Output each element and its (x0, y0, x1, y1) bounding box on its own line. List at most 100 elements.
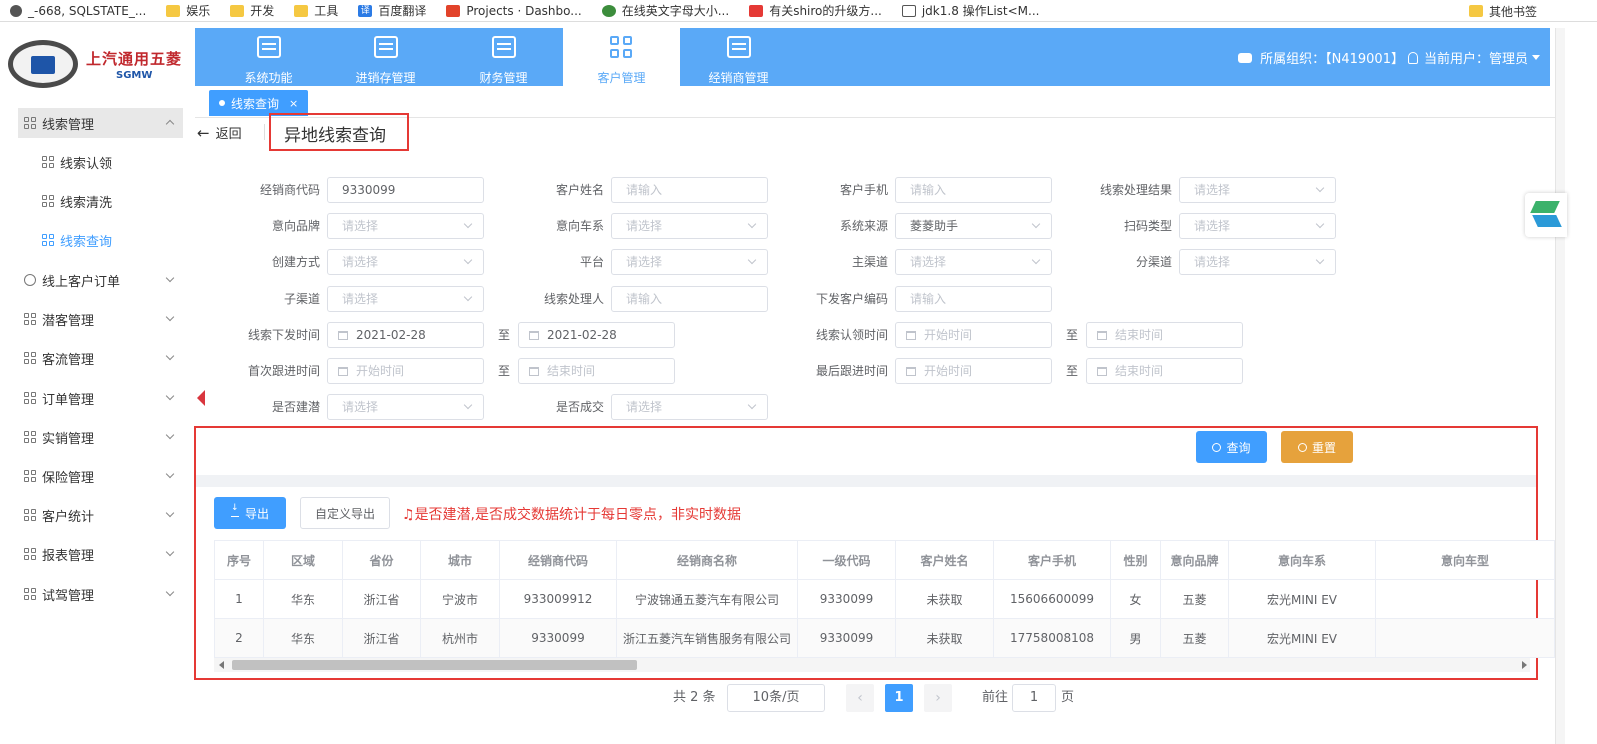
nav-customer[interactable]: 客户管理 (563, 28, 680, 86)
dealer-code-input[interactable]: 9330099 (327, 177, 484, 203)
folder-icon (1468, 5, 1483, 17)
prev-page-button[interactable]: ‹ (846, 684, 874, 712)
bookmark-item[interactable]: 在线英文字母大小... (601, 2, 729, 19)
sidebar-item-orders[interactable]: 订单管理 (18, 383, 183, 413)
list-icon (373, 36, 398, 58)
series-select[interactable]: 请选择 (611, 213, 768, 239)
scrollbar-thumb[interactable] (232, 660, 637, 670)
sidebar-item-test-drive[interactable]: 试驾管理 (18, 579, 183, 609)
child-channel-select[interactable]: 请选择 (327, 286, 484, 312)
download-icon (230, 503, 239, 517)
custom-export-button[interactable]: 自定义导出 (300, 497, 390, 529)
bookmark-other[interactable]: 其他书签 (1468, 0, 1537, 22)
nav-finance[interactable]: 财务管理 (445, 28, 562, 86)
last-follow-to-date[interactable]: 结束时间 (1086, 358, 1243, 384)
arrow-right-icon[interactable] (1522, 661, 1527, 669)
col-header[interactable]: 城市 (420, 540, 500, 580)
sidebar-item-customer-stats[interactable]: 客户统计 (18, 500, 183, 530)
issue-code-input[interactable]: 请输入 (895, 286, 1052, 312)
sidebar-item-lead-claim[interactable]: 线索认领 (36, 147, 186, 177)
bookmark-item[interactable]: 工具 (294, 2, 338, 19)
scan-select[interactable]: 请选择 (1179, 213, 1336, 239)
col-header[interactable]: 经销商名称 (615, 540, 799, 580)
sub-channel-select[interactable]: 请选择 (1179, 249, 1336, 275)
bookmark-item[interactable]: Projects · Dashbo... (446, 4, 582, 18)
cust-name-input[interactable]: 请输入 (611, 177, 768, 203)
latent-select[interactable]: 请选择 (327, 394, 484, 420)
sidebar-item-lead-query[interactable]: 线索查询 (36, 225, 186, 255)
sidebar-collapse-handle[interactable] (197, 390, 205, 406)
handler-input[interactable]: 请输入 (611, 286, 768, 312)
floating-widget-icon[interactable] (1525, 193, 1567, 237)
reset-button[interactable]: 重置 (1281, 431, 1353, 463)
brand-select[interactable]: 请选择 (327, 213, 484, 239)
col-header[interactable]: 客户手机 (993, 540, 1112, 580)
table-row[interactable]: 1 华东 浙江省 宁波市 933009912 宁波锦通五菱汽车有限公司 9330… (214, 579, 1556, 619)
nav-inventory[interactable]: 进销存管理 (327, 28, 444, 86)
next-page-button[interactable]: › (924, 684, 952, 712)
sidebar-item-reports[interactable]: 报表管理 (18, 539, 183, 569)
bookmark-item[interactable]: jdk1.8 操作List<M... (901, 2, 1039, 19)
col-header[interactable]: 性别 (1110, 540, 1162, 580)
main-channel-select[interactable]: 请选择 (895, 249, 1052, 275)
cust-phone-input[interactable]: 请输入 (895, 177, 1052, 203)
sidebar-item-traffic[interactable]: 客流管理 (18, 343, 183, 373)
close-icon[interactable]: × (289, 97, 298, 110)
col-header[interactable]: 经销商代码 (499, 540, 617, 580)
bookmark-item[interactable]: _-668, SQLSTATE_... (0, 4, 146, 18)
deal-select[interactable]: 请选择 (611, 394, 768, 420)
table-cell: 浙江五菱汽车销售服务有限公司 (615, 618, 799, 658)
gm-logo-icon (8, 40, 78, 88)
platform-select[interactable]: 请选择 (611, 249, 768, 275)
col-header[interactable]: 意向车型 (1375, 540, 1556, 580)
nav-dealer[interactable]: 经销商管理 (680, 28, 797, 86)
sidebar-item-insurance[interactable]: 保险管理 (18, 461, 183, 491)
table-row[interactable]: 2 华东 浙江省 杭州市 9330099 浙江五菱汽车销售服务有限公司 9330… (214, 618, 1556, 658)
claim-to-date[interactable]: 结束时间 (1086, 322, 1243, 348)
col-header[interactable]: 一级代码 (797, 540, 897, 580)
col-header[interactable]: 省份 (342, 540, 421, 580)
result-select[interactable]: 请选择 (1179, 177, 1336, 203)
issue-from-date[interactable]: 2021-02-28 (327, 322, 484, 348)
arrow-left-icon[interactable] (219, 661, 224, 669)
current-user[interactable]: 当前用户：管理员 (1424, 48, 1528, 67)
col-header[interactable]: 序号 (214, 540, 264, 580)
logo[interactable]: 上汽通用五菱 SGMW (6, 36, 191, 92)
table-horizontal-scrollbar[interactable] (214, 658, 1530, 672)
table-cell: 五菱 (1160, 618, 1230, 658)
page-number-current[interactable]: 1 (885, 684, 913, 712)
col-header[interactable]: 意向车系 (1228, 540, 1377, 580)
bookmark-item[interactable]: 译百度翻译 (358, 2, 426, 19)
sidebar-item-lead-clean[interactable]: 线索清洗 (36, 186, 186, 216)
claim-from-date[interactable]: 开始时间 (895, 322, 1052, 348)
page-scrollbar[interactable] (1555, 28, 1565, 744)
col-header[interactable]: 意向品牌 (1160, 540, 1230, 580)
first-follow-from-date[interactable]: 开始时间 (327, 358, 484, 384)
range-separator: 至 (1066, 328, 1079, 342)
bookmark-item[interactable]: 开发 (230, 2, 274, 19)
first-follow-to-date[interactable]: 结束时间 (518, 358, 675, 384)
last-follow-from-date[interactable]: 开始时间 (895, 358, 1052, 384)
query-button[interactable]: 查询 (1196, 431, 1267, 463)
calendar-icon (906, 331, 916, 340)
circle-icon (24, 274, 36, 286)
export-button[interactable]: 导出 (214, 497, 286, 529)
page-size-select[interactable]: 10条/页 (727, 684, 825, 712)
bookmark-item[interactable]: 娱乐 (166, 2, 210, 19)
create-select[interactable]: 请选择 (327, 249, 484, 275)
sidebar-item-sales[interactable]: 实销管理 (18, 422, 183, 452)
last-follow-label: 最后跟进时间 (815, 364, 888, 378)
goto-page-input[interactable]: 1 (1012, 684, 1056, 712)
bookmark-item[interactable]: 有关shiro的升级方... (749, 2, 882, 19)
table-cell: 华东 (263, 579, 343, 619)
nav-system[interactable]: 系统功能 (210, 28, 327, 86)
back-button[interactable]: ← 返回 (197, 123, 242, 143)
sidebar-item-lead-mgmt[interactable]: 线索管理 (18, 108, 183, 138)
col-header[interactable]: 客户姓名 (895, 540, 995, 580)
caret-down-icon[interactable] (1532, 55, 1540, 60)
issue-to-date[interactable]: 2021-02-28 (518, 322, 675, 348)
sidebar-item-prospects[interactable]: 潜客管理 (18, 304, 183, 334)
sidebar-item-online-orders[interactable]: 线上客户订单 (18, 265, 183, 295)
col-header[interactable]: 区域 (263, 540, 343, 580)
source-select[interactable]: 菱菱助手 (895, 213, 1052, 239)
